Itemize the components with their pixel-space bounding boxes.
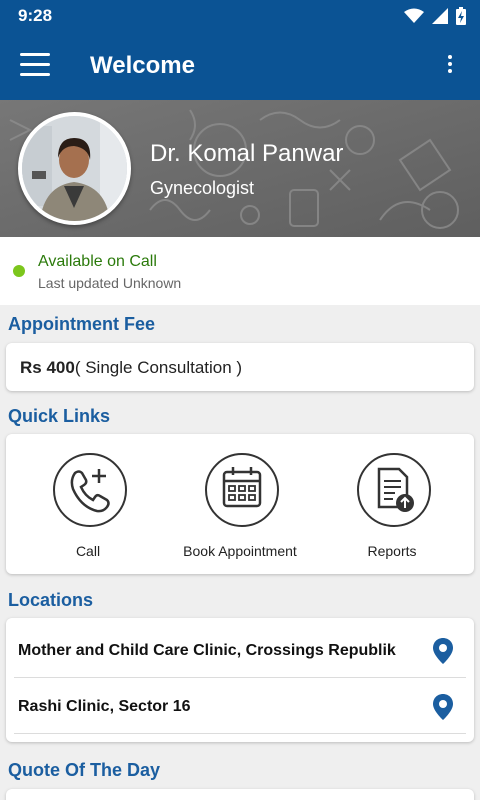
doctor-name: Dr. Komal Panwar <box>150 140 344 167</box>
fee-description: ( Single Consultation ) <box>74 358 243 377</box>
availability-status: Available on Call <box>38 253 157 270</box>
calendar-icon <box>205 453 279 527</box>
appointment-fee-title: Appointment Fee <box>8 314 155 334</box>
quote-card <box>6 789 474 800</box>
quick-links-card: Call Book Appointment Reports <box>6 434 474 574</box>
wifi-icon <box>404 8 424 23</box>
quote-of-the-day-title: Quote Of The Day <box>8 760 161 780</box>
status-bar: 9:28 <box>0 0 480 32</box>
more-options-icon[interactable] <box>440 55 460 77</box>
profile-banner <box>0 100 480 237</box>
location-divider <box>14 733 466 734</box>
app-bar: Welcome <box>0 32 480 100</box>
location-item[interactable]: Mother and Child Care Clinic, Crossings … <box>6 621 474 677</box>
menu-icon[interactable] <box>20 53 50 77</box>
status-time: 9:28 <box>18 6 53 25</box>
location-name: Rashi Clinic, Sector 16 <box>18 698 191 715</box>
phone-plus-icon <box>53 453 127 527</box>
availability-panel: Available on Call Last updated Unknown <box>0 237 480 305</box>
locations-card: Mother and Child Care Clinic, Crossings … <box>6 618 474 742</box>
quick-link-book-appointment-label: Book Appointment <box>183 543 297 559</box>
doctor-photo <box>22 116 127 221</box>
app-bar-title: Welcome <box>90 52 195 79</box>
fee-amount: Rs 400 <box>20 358 75 377</box>
quick-link-reports[interactable]: Reports <box>314 434 470 574</box>
report-upload-icon <box>357 453 431 527</box>
location-pin-icon[interactable] <box>432 638 454 664</box>
status-icons <box>404 7 466 25</box>
locations-title: Locations <box>8 590 94 610</box>
quick-link-call[interactable]: Call <box>10 434 166 574</box>
appointment-fee-card: Rs 400( Single Consultation ) <box>6 343 474 391</box>
quick-link-call-label: Call <box>75 543 101 559</box>
availability-updated: Last updated Unknown <box>38 275 182 291</box>
location-name: Mother and Child Care Clinic, Crossings … <box>18 642 396 659</box>
quick-links-title: Quick Links <box>8 406 111 426</box>
location-pin-icon[interactable] <box>432 694 454 720</box>
quick-link-book-appointment[interactable]: Book Appointment <box>162 434 318 574</box>
battery-charging-icon <box>456 7 466 25</box>
signal-icon <box>432 8 448 24</box>
quick-link-reports-label: Reports <box>367 543 417 559</box>
doctor-avatar[interactable] <box>18 112 131 225</box>
availability-status-dot <box>13 265 25 277</box>
fee-text: Rs 400( Single Consultation ) <box>20 358 242 378</box>
doctor-specialty: Gynecologist <box>150 178 255 198</box>
location-item[interactable]: Rashi Clinic, Sector 16 <box>6 677 474 733</box>
